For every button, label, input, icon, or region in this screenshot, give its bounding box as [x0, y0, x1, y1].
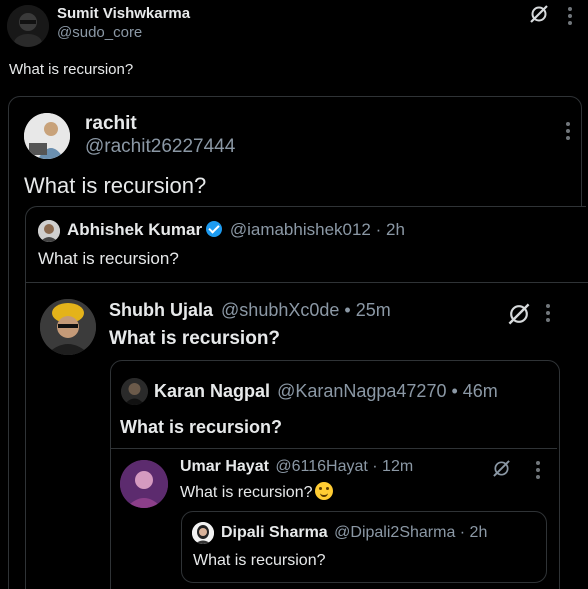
more-options-icon[interactable] [566, 122, 570, 143]
grok-icon[interactable] [507, 302, 531, 326]
karan-handle[interactable]: @KaranNagpa47270 • 46m [277, 381, 498, 401]
avatar-shubh[interactable] [40, 299, 96, 355]
rachit-text: What is recursion? [24, 173, 207, 198]
author-handle[interactable]: @sudo_core [57, 24, 142, 41]
more-options-icon[interactable] [568, 7, 572, 28]
author-name[interactable]: Sumit Vishwkarma [57, 5, 190, 22]
divider [111, 448, 557, 449]
rachit-name[interactable]: rachit [85, 113, 137, 135]
tweet-text: What is recursion? [9, 61, 134, 78]
person-icon [7, 5, 49, 47]
umar-tweet-body: What is recursion? [180, 482, 333, 502]
shubh-text: What is recursion? [109, 328, 281, 349]
dipali-handle[interactable]: @Dipali2Sharma · 2h [334, 524, 487, 541]
avatar-dipali[interactable] [192, 522, 214, 544]
abhishek-name[interactable]: Abhishek Kumar [67, 220, 202, 239]
shubh-handle[interactable]: @shubhXc0de • 25m [221, 300, 391, 320]
rachit-handle[interactable]: @rachit26227444 [85, 136, 235, 158]
abhishek-header: Abhishek Kumar @iamabhishek012 · 2h [67, 220, 405, 240]
more-options-icon[interactable] [536, 461, 540, 482]
divider [26, 282, 588, 283]
avatar-sumit[interactable] [7, 5, 49, 47]
person-icon [120, 460, 168, 508]
shubh-header: Shubh Ujala @shubhXc0de • 25m [109, 300, 391, 321]
dipali-name[interactable]: Dipali Sharma [221, 524, 328, 541]
abhishek-handle[interactable]: @iamabhishek012 · 2h [230, 220, 405, 239]
grok-icon[interactable] [529, 4, 549, 24]
person-icon [24, 113, 70, 159]
verified-badge-icon [206, 221, 223, 237]
avatar-rachit[interactable] [24, 113, 70, 159]
umar-header: Umar Hayat @6116Hayat · 12m [180, 458, 413, 476]
person-icon [38, 220, 60, 242]
person-icon [121, 378, 148, 405]
abhishek-text: What is recursion? [38, 249, 179, 268]
tweet-screenshot: Sumit Vishwkarma @sudo_core What is recu… [0, 0, 588, 589]
avatar-umar[interactable] [120, 460, 168, 508]
smiling-face-emoji-icon [314, 482, 333, 500]
person-icon [192, 522, 214, 544]
grok-icon[interactable] [492, 459, 511, 478]
more-options-icon[interactable] [546, 304, 550, 325]
umar-handle[interactable]: @6116Hayat · 12m [275, 458, 413, 475]
umar-name[interactable]: Umar Hayat [180, 458, 269, 475]
avatar-abhishek[interactable] [38, 220, 60, 242]
umar-text: What is recursion? [180, 484, 313, 501]
dipali-text: What is recursion? [193, 552, 326, 569]
dipali-header: Dipali Sharma @Dipali2Sharma · 2h [221, 524, 487, 542]
quoted-tweet-dipali[interactable] [181, 511, 547, 583]
karan-name[interactable]: Karan Nagpal [154, 381, 270, 401]
person-icon [40, 299, 96, 355]
shubh-name[interactable]: Shubh Ujala [109, 300, 213, 320]
karan-text: What is recursion? [120, 417, 283, 437]
karan-header: Karan Nagpal @KaranNagpa47270 • 46m [154, 381, 498, 402]
avatar-karan[interactable] [121, 378, 148, 405]
